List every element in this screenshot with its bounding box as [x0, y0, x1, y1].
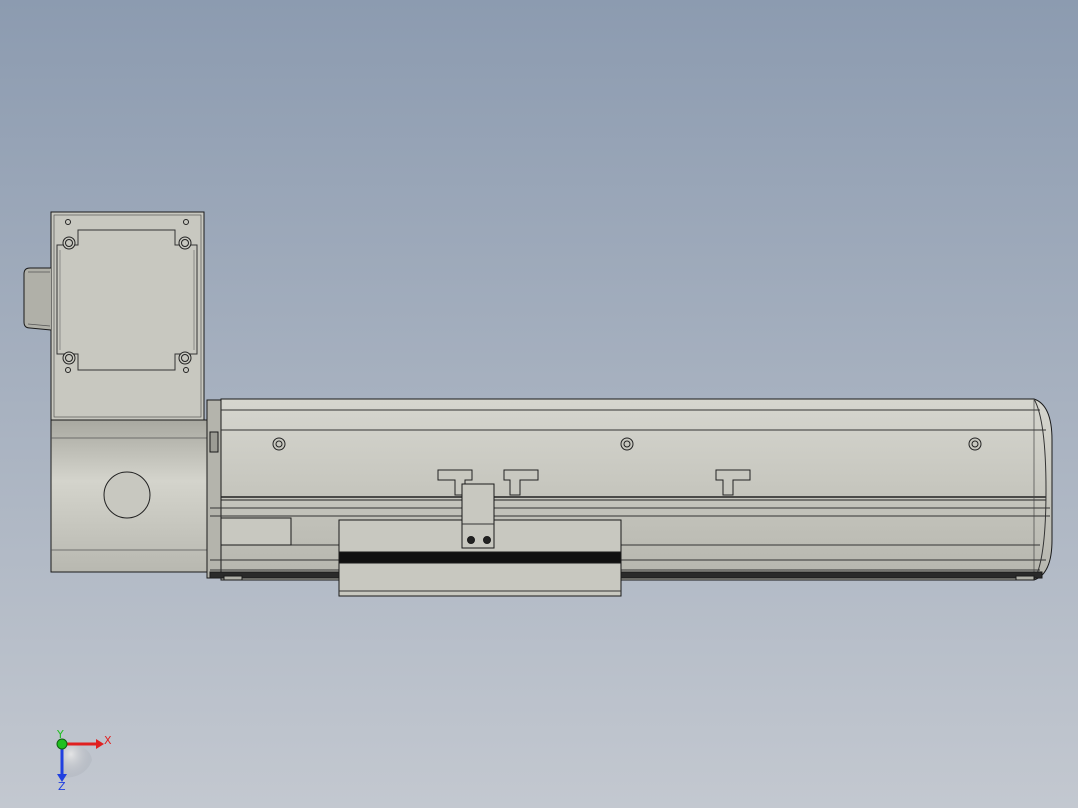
triad-z-label: Z: [58, 780, 66, 793]
carriage-belt-slot: [338, 551, 622, 564]
drive-housing[interactable]: [50, 419, 211, 573]
triad-x-label: X: [104, 734, 112, 747]
motor-side-tab: [23, 267, 52, 331]
triad-y-label: Y: [56, 728, 64, 741]
linear-rail-body[interactable]: [209, 398, 1053, 581]
motor-flange-outline: [56, 229, 198, 371]
drive-shaft-cover: [103, 471, 151, 519]
end-cap-left: [206, 399, 222, 579]
graphics-viewport[interactable]: X Y Z: [0, 0, 1078, 808]
rail-slot: [209, 571, 1043, 579]
sensor-bracket: [220, 517, 292, 546]
motor-mount-plate[interactable]: [23, 211, 205, 421]
